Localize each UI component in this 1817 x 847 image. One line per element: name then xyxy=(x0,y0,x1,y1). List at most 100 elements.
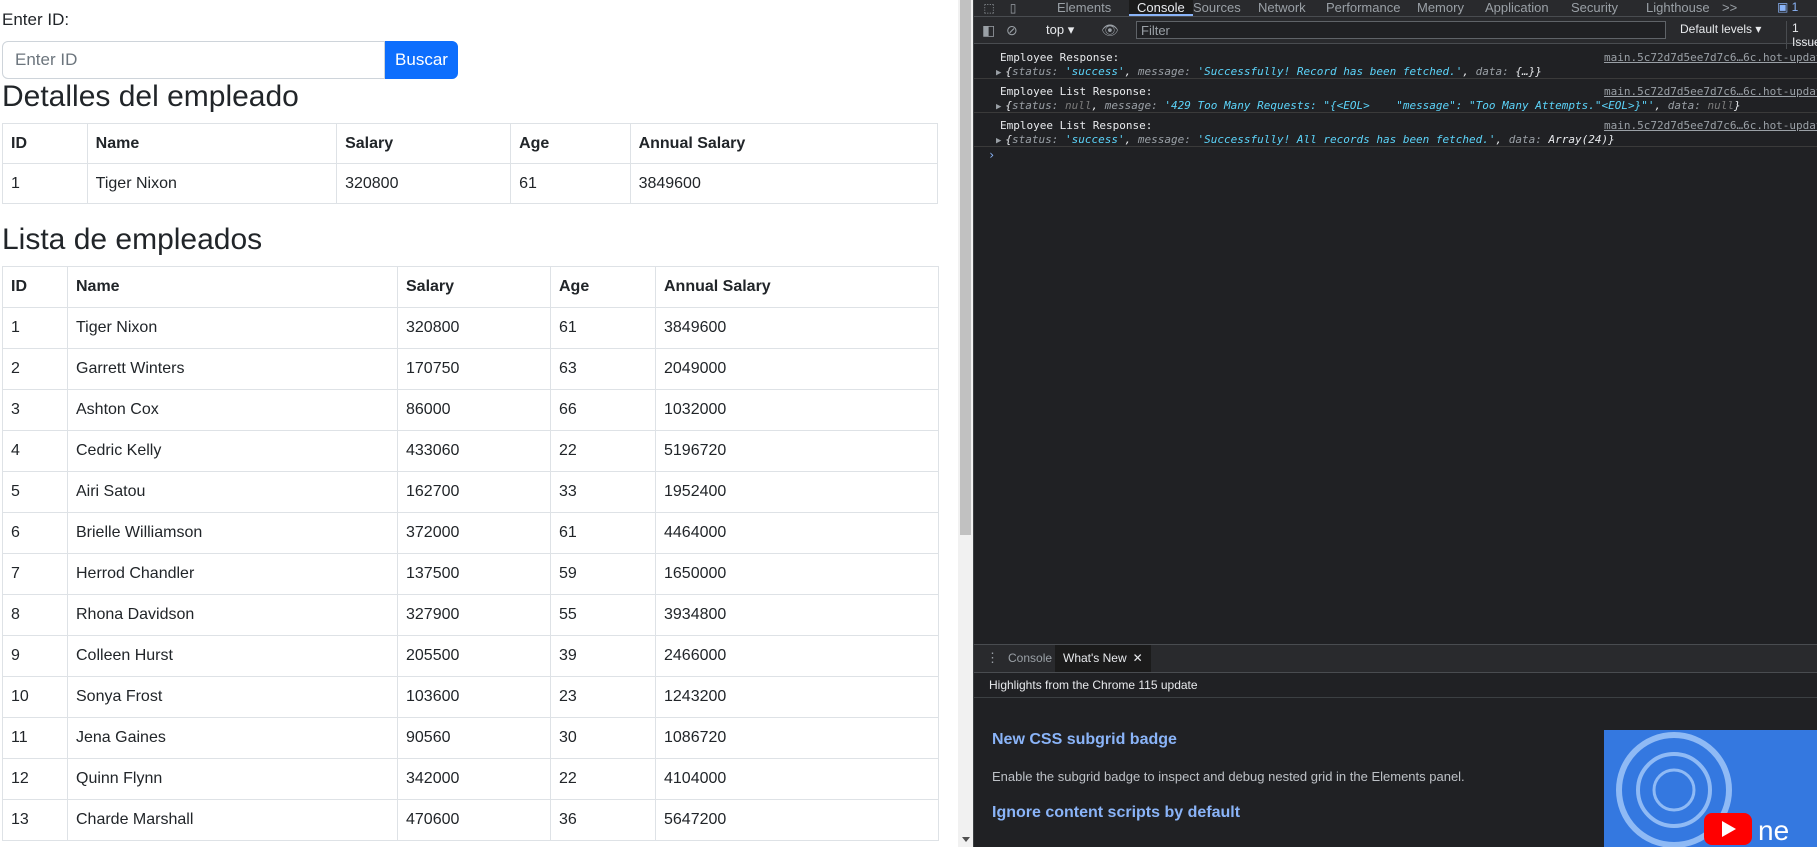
message-token: , xyxy=(1124,65,1138,78)
message-source-link[interactable]: main.5c72d7d5ee7d7c6…6c.hot-update.js xyxy=(1604,85,1817,98)
cell-id: 3 xyxy=(2,389,68,431)
message-object[interactable]: ▶ {status: 'success', message: 'Successfu… xyxy=(996,65,1542,78)
message-token: : xyxy=(1184,133,1198,146)
more-tabs-icon[interactable]: >> xyxy=(1722,0,1737,16)
whats-new-item-title[interactable]: New CSS subgrid badge xyxy=(992,731,1177,749)
list-title: Lista de empleados xyxy=(2,223,263,256)
tab-sources[interactable]: Sources xyxy=(1193,0,1241,16)
scroll-down-arrow-icon[interactable] xyxy=(962,837,970,842)
message-token: : xyxy=(1502,65,1516,78)
cell-name: Airi Satou xyxy=(67,471,398,513)
cell-salary: 372000 xyxy=(397,512,551,554)
id-input[interactable] xyxy=(2,41,385,79)
console-message[interactable]: Employee Response: main.5c72d7d5ee7d7c6…… xyxy=(974,44,1817,79)
cell-id: 13 xyxy=(2,799,68,841)
issues-count: 1 xyxy=(1791,0,1799,14)
table-row: 4 Cedric Kelly 433060 22 5196720 xyxy=(2,430,939,472)
drawer-tab-console[interactable]: Console xyxy=(1000,645,1060,672)
sidebar-toggle-icon[interactable]: ◧ xyxy=(982,22,995,38)
console-filter-input[interactable] xyxy=(1136,21,1666,39)
device-toolbar-icon[interactable]: ▯ xyxy=(1006,1,1020,15)
clear-console-icon[interactable]: ⊘ xyxy=(1006,22,1018,38)
message-source-link[interactable]: main.5c72d7d5ee7d7c6…6c.hot-update.js xyxy=(1604,51,1817,64)
cell-annual-salary: 4464000 xyxy=(655,512,939,554)
context-select[interactable]: top ▾ xyxy=(1046,22,1074,38)
devtools-panel: ⬚ ▯ Elements Console Sources Network Per… xyxy=(973,0,1817,847)
col-header-annual-salary: Annual Salary xyxy=(655,266,939,308)
inspect-element-icon[interactable]: ⬚ xyxy=(982,1,996,15)
cell-annual-salary: 3934800 xyxy=(655,594,939,636)
web-page: Enter ID: Buscar Detalles del empleado I… xyxy=(0,0,958,847)
whats-new-item-title[interactable]: Ignore content scripts by default xyxy=(992,804,1240,822)
cell-salary: 327900 xyxy=(397,594,551,636)
tab-security[interactable]: Security xyxy=(1571,0,1618,16)
message-token: 'success' xyxy=(1065,65,1125,78)
cell-salary: 205500 xyxy=(397,635,551,677)
drawer-tab-bar: ⋮ Console What's New ✕ xyxy=(974,644,1817,673)
message-token: : xyxy=(1051,133,1066,146)
table-row: 3 Ashton Cox 86000 66 1032000 xyxy=(2,389,939,431)
console-prompt[interactable]: › xyxy=(988,148,995,162)
message-token: Array(24) xyxy=(1548,133,1609,146)
employee-list-table: ID Name Salary Age Annual Salary 1 Tiger … xyxy=(2,266,939,841)
message-label: Employee Response: xyxy=(1000,51,1120,64)
page-scrollbar[interactable] xyxy=(958,0,973,847)
expand-triangle-icon[interactable]: ▶ xyxy=(996,136,1001,146)
cell-salary: 137500 xyxy=(397,553,551,595)
table-row: 13 Charde Marshall 470600 36 5647200 xyxy=(2,799,939,841)
console-message[interactable]: Employee List Response: main.5c72d7d5ee7… xyxy=(974,78,1817,113)
whats-new-video-thumbnail[interactable]: ne xyxy=(1604,730,1817,847)
col-header-annual-salary: Annual Salary xyxy=(629,123,939,164)
col-header-name: Name xyxy=(86,123,338,164)
message-token: 'Successfully! Record has been fetched.' xyxy=(1197,65,1463,78)
message-token: : xyxy=(1535,133,1549,146)
col-header-salary: Salary xyxy=(397,266,551,308)
search-button[interactable]: Buscar xyxy=(385,41,458,79)
tab-performance[interactable]: Performance xyxy=(1326,0,1400,16)
cell-id: 1 xyxy=(2,163,88,204)
message-token: , xyxy=(1495,133,1509,146)
tab-lighthouse[interactable]: Lighthouse xyxy=(1646,0,1710,16)
expand-triangle-icon[interactable]: ▶ xyxy=(996,102,1001,112)
cell-name: Brielle Williamson xyxy=(67,512,398,554)
message-token: : xyxy=(1051,99,1066,112)
message-token: } xyxy=(1535,65,1542,78)
cell-age: 63 xyxy=(550,348,656,390)
cell-age: 30 xyxy=(550,717,656,759)
log-levels-dropdown[interactable]: Default levels ▾ xyxy=(1680,22,1761,36)
tab-elements[interactable]: Elements xyxy=(1057,0,1111,16)
tab-memory[interactable]: Memory xyxy=(1417,0,1464,16)
message-token: , xyxy=(1091,99,1105,112)
table-row: 10 Sonya Frost 103600 23 1243200 xyxy=(2,676,939,718)
cell-name: Jena Gaines xyxy=(67,717,398,759)
message-token: , xyxy=(1654,99,1668,112)
message-object[interactable]: ▶ {status: 'success', message: 'Successfu… xyxy=(996,133,1615,146)
message-label: Employee List Response: xyxy=(1000,85,1153,98)
cell-salary: 342000 xyxy=(397,758,551,800)
cell-id: 12 xyxy=(2,758,68,800)
table-row: 11 Jena Gaines 90560 30 1086720 xyxy=(2,717,939,759)
message-token: data xyxy=(1508,133,1536,146)
message-label: Employee List Response: xyxy=(1000,119,1153,132)
console-message[interactable]: Employee List Response: main.5c72d7d5ee7… xyxy=(974,112,1817,147)
expand-triangle-icon[interactable]: ▶ xyxy=(996,68,1001,78)
live-expression-eye-icon[interactable]: 👁 xyxy=(1101,22,1119,38)
close-icon[interactable]: ✕ xyxy=(1133,651,1143,665)
message-source-link[interactable]: main.5c72d7d5ee7d7c6…6c.hot-update.js xyxy=(1604,119,1817,132)
tab-console[interactable]: Console xyxy=(1129,0,1193,16)
scrollbar-thumb[interactable] xyxy=(960,0,971,535)
cell-annual-salary: 2466000 xyxy=(655,635,939,677)
cell-salary: 170750 xyxy=(397,348,551,390)
message-object[interactable]: ▶ {status: null, message: '429 Too Many R… xyxy=(996,99,1741,112)
message-token: : xyxy=(1694,99,1708,112)
table-row: 1 Tiger Nixon 320800 61 3849600 xyxy=(2,307,939,349)
drawer-menu-icon[interactable]: ⋮ xyxy=(986,650,999,666)
issues-badge[interactable]: ▣ 1 xyxy=(1777,0,1798,16)
message-token: : xyxy=(1184,65,1198,78)
tab-application[interactable]: Application xyxy=(1485,0,1549,16)
drawer-tab-whats-new[interactable]: What's New ✕ xyxy=(1055,645,1151,672)
message-token: } xyxy=(1608,133,1615,146)
tab-network[interactable]: Network xyxy=(1258,0,1306,16)
cell-salary: 433060 xyxy=(397,430,551,472)
message-token: {…} xyxy=(1515,65,1536,78)
